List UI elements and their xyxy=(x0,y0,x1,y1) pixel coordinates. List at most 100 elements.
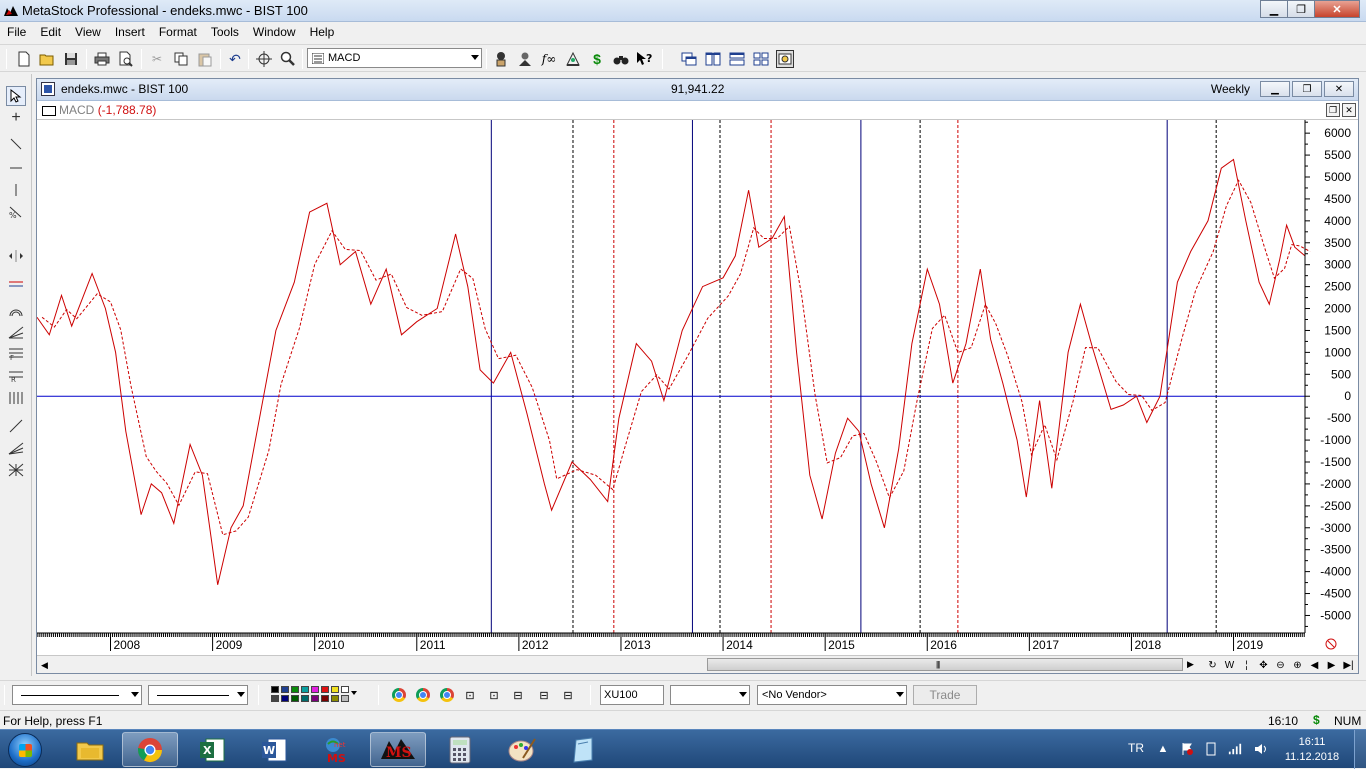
object-style-icon[interactable] xyxy=(440,688,454,702)
print-icon[interactable] xyxy=(93,50,111,68)
scroll-back-icon[interactable]: ◀ xyxy=(1307,658,1322,672)
save-icon[interactable] xyxy=(62,50,80,68)
tile-horizontal-icon[interactable] xyxy=(728,50,746,68)
cut-icon[interactable]: ✂ xyxy=(148,50,166,68)
channel-tool-icon[interactable] xyxy=(6,274,26,294)
object-style-icon[interactable] xyxy=(416,688,430,702)
speed-lines-tool-icon[interactable] xyxy=(6,438,26,458)
calculator-taskbar-icon[interactable] xyxy=(432,732,488,767)
language-indicator[interactable]: TR xyxy=(1128,741,1144,755)
minimize-button[interactable]: ▁ xyxy=(1260,0,1288,18)
horizontal-scrollbar[interactable]: ◀ ||| ▶ ↻ W ¦ ✥ ⊖ ⊕ ◀ ▶ ▶| xyxy=(37,655,1358,673)
paste-icon[interactable] xyxy=(196,50,214,68)
expert-advisor-icon[interactable] xyxy=(492,50,510,68)
scroll-thumb[interactable]: ||| xyxy=(707,658,1183,671)
vertical-line-tool-icon[interactable] xyxy=(6,180,26,200)
pane-middle-icon[interactable]: ⊟ xyxy=(536,687,552,703)
flag-icon[interactable] xyxy=(1180,742,1194,756)
volume-icon[interactable] xyxy=(1254,742,1268,756)
scroll-left-icon[interactable]: ◀ xyxy=(41,660,48,671)
menu-edit[interactable]: Edit xyxy=(33,25,68,39)
crosshair-tool-icon[interactable]: + xyxy=(6,108,26,128)
align-up-icon[interactable]: ⊡ xyxy=(462,687,478,703)
horizontal-line-tool-icon[interactable] xyxy=(6,158,26,178)
align-down-icon[interactable]: ⊡ xyxy=(486,687,502,703)
pane-close-button[interactable]: ✕ xyxy=(1342,103,1356,117)
zoom-icon[interactable] xyxy=(279,50,297,68)
time-zones-tool-icon[interactable] xyxy=(6,388,26,408)
extend-tool-icon[interactable]: % xyxy=(6,202,26,222)
binoculars-icon[interactable] xyxy=(612,50,630,68)
snipping-tool-taskbar-icon[interactable] xyxy=(556,732,612,767)
pointer-tool-icon[interactable] xyxy=(6,86,26,106)
chevron-down-icon[interactable] xyxy=(131,692,139,697)
copy-icon[interactable] xyxy=(172,50,190,68)
pane-restore-button[interactable]: ❐ xyxy=(1326,103,1340,117)
chrome-taskbar-icon[interactable] xyxy=(122,732,178,767)
metastock-net-taskbar-icon[interactable]: net MS xyxy=(308,732,364,767)
cascade-windows-icon[interactable] xyxy=(680,50,698,68)
periodicity-label[interactable]: Weekly xyxy=(1211,82,1250,96)
paint-taskbar-icon[interactable] xyxy=(494,732,550,767)
new-file-icon[interactable] xyxy=(15,50,33,68)
line-style-select[interactable] xyxy=(12,685,142,705)
line-weight-select[interactable] xyxy=(148,685,248,705)
pane-top-icon[interactable]: ⊟ xyxy=(510,687,526,703)
menu-view[interactable]: View xyxy=(68,25,108,39)
chevron-down-icon[interactable] xyxy=(896,692,904,697)
chart-minimize-button[interactable]: ▁ xyxy=(1260,81,1290,97)
chevron-down-icon[interactable] xyxy=(471,55,479,60)
scroll-right-icon[interactable]: ▶ xyxy=(1187,659,1194,670)
symbol-input[interactable] xyxy=(600,685,664,705)
zoom-in-icon[interactable]: ⊕ xyxy=(1290,658,1305,672)
metastock-taskbar-icon[interactable]: MS xyxy=(370,732,426,767)
start-button[interactable] xyxy=(8,733,42,767)
object-style-icon[interactable] xyxy=(392,688,406,702)
restore-button[interactable]: ❐ xyxy=(1287,0,1315,18)
system-tester-icon[interactable] xyxy=(564,50,582,68)
cycle-tool-icon[interactable] xyxy=(6,300,26,320)
print-preview-icon[interactable] xyxy=(117,50,135,68)
chart-restore-button[interactable]: ❐ xyxy=(1292,81,1322,97)
retracement-tool-icon[interactable]: R xyxy=(6,366,26,386)
explorer-icon[interactable] xyxy=(516,50,534,68)
explorer-taskbar-icon[interactable] xyxy=(62,732,118,767)
macd-chart[interactable]: 6000550050004500400035003000250020001500… xyxy=(37,120,1358,655)
menu-file[interactable]: File xyxy=(0,25,33,39)
chevron-down-icon[interactable] xyxy=(739,692,747,697)
refresh-icon[interactable]: ↻ xyxy=(1205,658,1220,672)
excel-taskbar-icon[interactable]: X xyxy=(184,732,240,767)
smart-chart-icon[interactable] xyxy=(776,50,794,68)
crosshair-icon[interactable] xyxy=(255,50,273,68)
undo-icon[interactable]: ↶ xyxy=(226,50,244,68)
line-tool-icon[interactable] xyxy=(6,416,26,436)
menu-window[interactable]: Window xyxy=(246,25,303,39)
pane-bottom-icon[interactable]: ⊟ xyxy=(560,687,576,703)
arrow-tool-icon[interactable] xyxy=(6,246,26,266)
vendor-select[interactable]: <No Vendor> xyxy=(757,685,907,705)
chevron-down-icon[interactable] xyxy=(237,692,245,697)
scroll-end-icon[interactable]: ▶| xyxy=(1341,658,1356,672)
color-palette[interactable] xyxy=(271,686,357,704)
trade-button[interactable]: Trade xyxy=(913,685,977,705)
chart-close-button[interactable]: ✕ xyxy=(1324,81,1354,97)
device-icon[interactable] xyxy=(1204,742,1218,756)
move-icon[interactable]: ✥ xyxy=(1256,658,1271,672)
system-clock[interactable]: 16:11 11.12.2018 xyxy=(1284,735,1340,765)
word-taskbar-icon[interactable]: W xyxy=(246,732,302,767)
show-desktop-button[interactable] xyxy=(1354,730,1366,769)
trendline-tool-icon[interactable] xyxy=(6,134,26,154)
tray-expand-icon[interactable]: ▲ xyxy=(1156,742,1170,756)
close-button[interactable]: ✕ xyxy=(1314,0,1360,18)
grid-tool-icon[interactable] xyxy=(6,460,26,480)
open-folder-icon[interactable] xyxy=(38,50,56,68)
context-help-icon[interactable]: ? xyxy=(636,50,654,68)
network-signal-icon[interactable] xyxy=(1228,742,1242,756)
menu-tools[interactable]: Tools xyxy=(204,25,246,39)
menu-format[interactable]: Format xyxy=(152,25,204,39)
scroll-forward-icon[interactable]: ▶ xyxy=(1324,658,1339,672)
zoom-out-icon[interactable]: ⊖ xyxy=(1273,658,1288,672)
tile-vertical-icon[interactable] xyxy=(704,50,722,68)
indicator-title[interactable]: MACD (-1,788.78) xyxy=(59,103,156,117)
tile-grid-icon[interactable] xyxy=(752,50,770,68)
